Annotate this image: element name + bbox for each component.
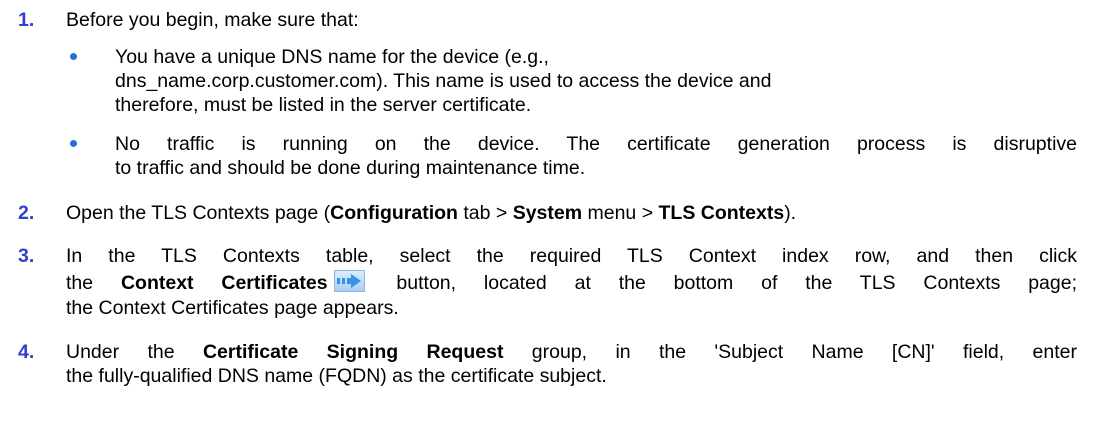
step-text-segment: tab > [457,202,513,224]
ui-term: TLS Contexts [658,202,785,224]
step-text-segment: group, in the 'Subject Name [CN]' field,… [503,341,1077,363]
bullet-text-line: You have a unique DNS name for the devic… [115,46,549,68]
step-text-line: In the TLS Contexts table, select the re… [66,245,1077,267]
document-page: 1. Before you begin, make sure that: You… [0,0,1095,437]
ui-term: Configuration [330,202,458,224]
step-number: 2. [18,202,35,224]
step-text-segment: button, located at the bottom of the TLS… [368,272,1077,294]
step-text-segment: menu > [582,202,659,224]
ui-term: Certificate Signing Request [202,341,504,363]
bullet-text-line: No traffic is running on the device. The… [115,133,1077,155]
bullet-icon [70,140,77,147]
ui-term: Context Certificates [120,272,328,294]
bullet-icon [70,53,77,60]
step-text-line: the fully-qualified DNS name (FQDN) as t… [66,365,607,387]
step-text-segment: the [66,272,121,294]
bullet-text-line: dns_name.corp.customer.com). This name i… [115,70,772,92]
step-text: Open the TLS Contexts page (Configuratio… [66,201,796,225]
step-number: 3. [18,245,35,267]
step-number: 4. [18,341,35,363]
step-text-segment: ). [784,202,797,224]
bullet-text-line: to traffic and should be done during mai… [115,157,586,179]
arrow-right-icon [333,270,365,292]
step-text: Before you begin, make sure that: [66,9,359,31]
step-text-line: the Context Certificates page appears. [66,297,399,319]
bullet-text-line: therefore, must be listed in the server … [115,94,532,116]
step-text-segment: Open the TLS Contexts page ( [66,202,331,224]
step-text-line: the Context Certificates button, located… [66,270,1077,295]
step-number: 1. [18,9,35,31]
ui-term: System [512,202,583,224]
step-text-segment: Under the [66,341,203,363]
step-text-line: Under the Certificate Signing Request gr… [66,340,1077,364]
